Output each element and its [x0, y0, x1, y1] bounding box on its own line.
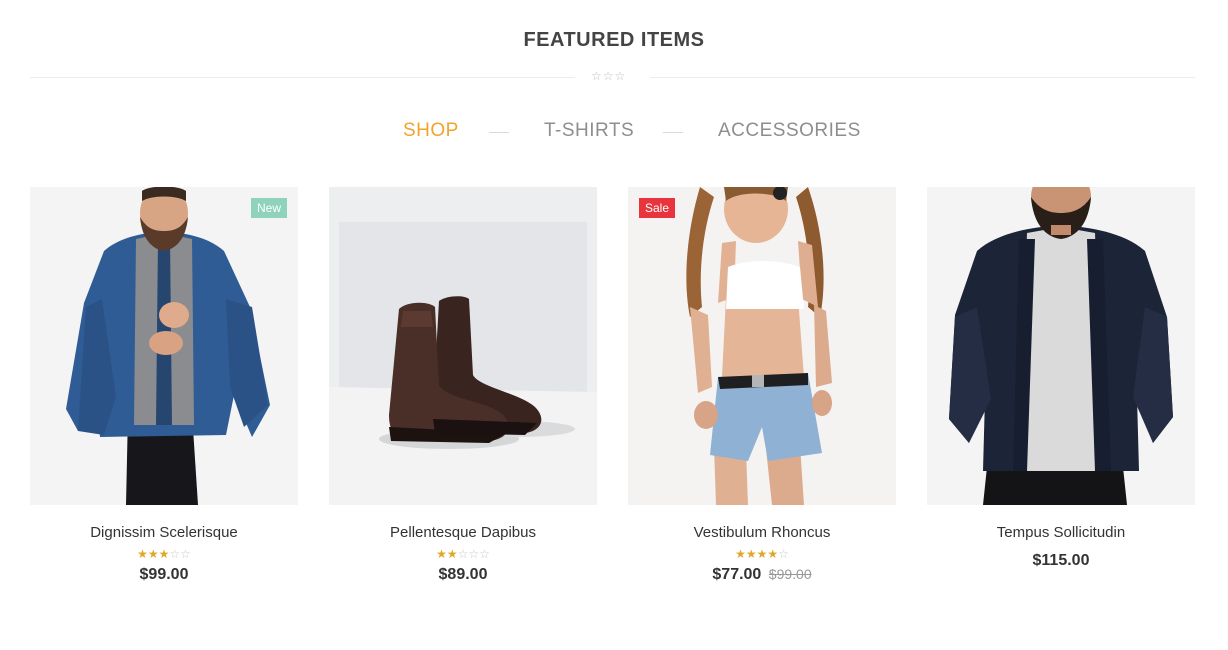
product-rating: ★★★☆☆ — [30, 547, 298, 561]
current-price: $77.00 — [712, 566, 762, 583]
product-price: $77.00 $99.00 — [628, 566, 896, 584]
denim-shorts-model-photo-icon — [628, 187, 896, 505]
product-rating: ★★★★☆ — [628, 547, 896, 561]
product-card: Pellentesque Dapibus ★★☆☆☆ $89.00 — [329, 187, 597, 584]
product-image-boots[interactable] — [329, 187, 597, 505]
product-card: Sale Vestibulum Rhoncus ★★★★☆ $77.00 $99… — [628, 187, 896, 584]
star-empty-icon: ☆☆ — [169, 547, 191, 561]
category-tabs: SHOP T-SHIRTS ACCESSORIES — [0, 120, 1228, 146]
tab-accessories[interactable]: ACCESSORIES — [718, 120, 861, 142]
divider-line-left — [30, 77, 575, 78]
star-filled-icon: ★★★★ — [735, 547, 779, 561]
title-divider: ☆☆☆ — [30, 69, 1195, 83]
section-title: FEATURED ITEMS — [523, 29, 705, 51]
star-filled-icon: ★★★ — [137, 547, 170, 561]
product-image-denim-shorts[interactable]: Sale — [628, 187, 896, 505]
divider-stars-icon: ☆☆☆ — [591, 69, 627, 83]
product-name[interactable]: Tempus Sollicitudin — [927, 524, 1195, 541]
tab-shop[interactable]: SHOP — [403, 120, 459, 142]
product-name[interactable]: Vestibulum Rhoncus — [628, 524, 896, 541]
product-name[interactable]: Dignissim Scelerisque — [30, 524, 298, 541]
tab-separator — [489, 132, 509, 133]
product-image-bomber-jacket[interactable] — [927, 187, 1195, 505]
star-filled-icon: ★★ — [436, 547, 458, 561]
current-price: $89.00 — [438, 566, 488, 583]
leather-boots-photo-icon — [329, 187, 597, 505]
sale-badge: Sale — [639, 198, 676, 218]
product-price: $99.00 — [30, 566, 298, 584]
old-price: $99.00 — [768, 566, 812, 582]
current-price: $99.00 — [139, 566, 189, 583]
divider-line-right — [650, 77, 1195, 78]
product-price: $115.00 — [927, 552, 1195, 570]
tab-t-shirts[interactable]: T-SHIRTS — [544, 120, 634, 142]
denim-jacket-model-photo-icon — [30, 187, 298, 505]
product-rating: ★★☆☆☆ — [329, 547, 597, 561]
navy-bomber-model-photo-icon — [927, 187, 1195, 505]
tab-separator — [663, 132, 683, 133]
new-badge: New — [250, 198, 287, 218]
star-empty-icon: ☆ — [778, 547, 789, 561]
product-image-denim-jacket[interactable]: New — [30, 187, 298, 505]
product-price: $89.00 — [329, 566, 597, 584]
current-price: $115.00 — [1032, 552, 1090, 569]
product-name[interactable]: Pellentesque Dapibus — [329, 524, 597, 541]
product-card: New Dignissim Scelerisque ★★★☆☆ $99.00 — [30, 187, 298, 584]
star-empty-icon: ☆☆☆ — [457, 547, 490, 561]
product-card: Tempus Sollicitudin $115.00 — [927, 187, 1195, 570]
